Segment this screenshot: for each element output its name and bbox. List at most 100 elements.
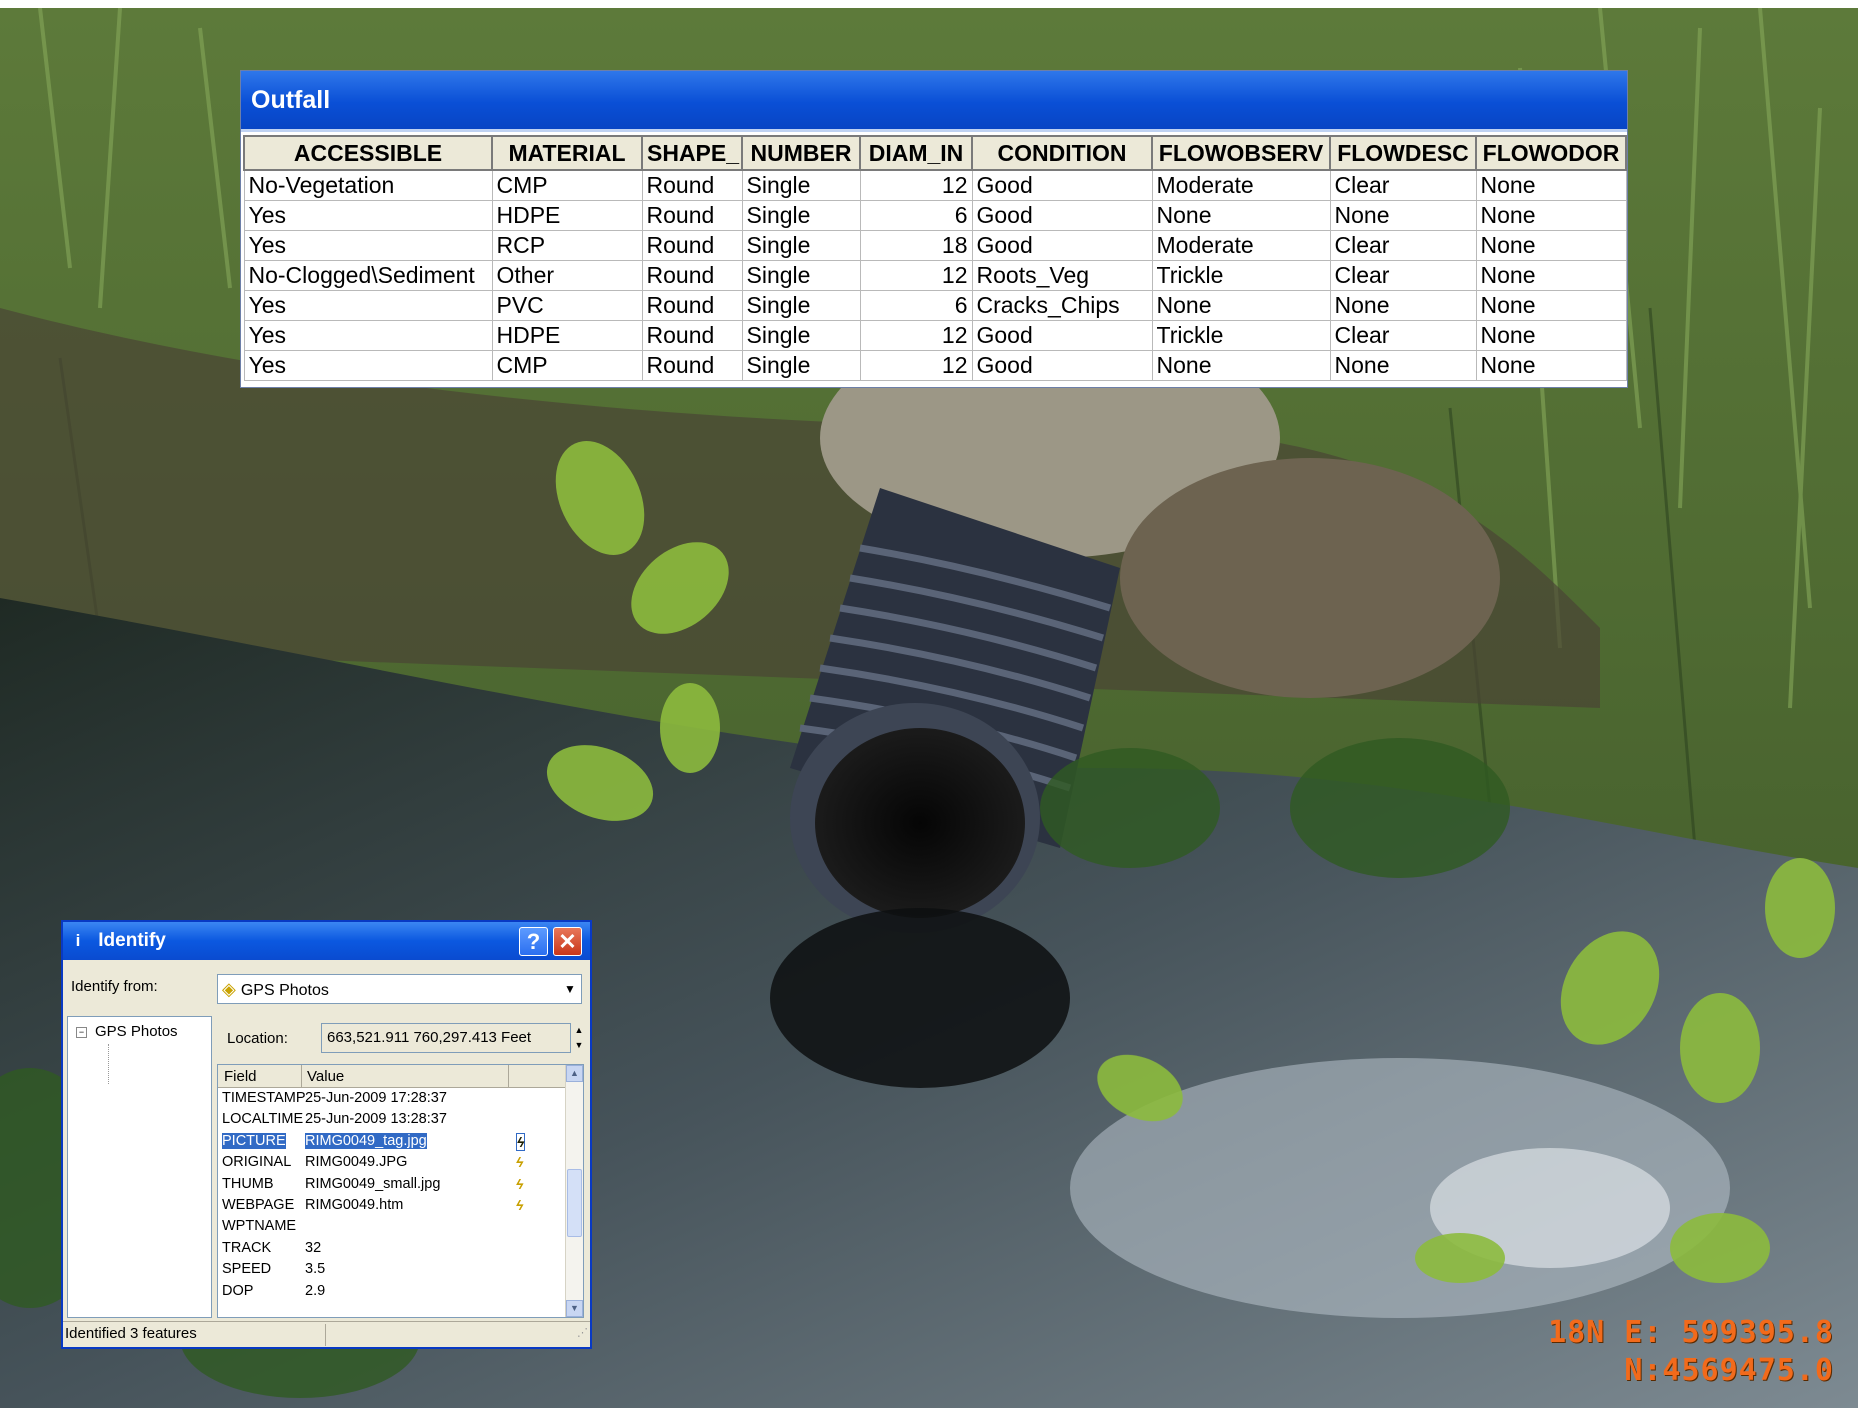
- lightning-hyperlink-icon[interactable]: ϟ: [516, 1154, 523, 1170]
- column-header-material[interactable]: MATERIAL: [491, 135, 643, 171]
- grid-field-name: SPEED: [222, 1261, 272, 1278]
- table-cell: None: [1151, 350, 1331, 381]
- table-cell: CMP: [491, 350, 643, 381]
- table-row[interactable]: Yes PVC Round Single 6 Cracks_Chips None None No…: [243, 290, 1627, 321]
- lightning-hyperlink-icon[interactable]: ϟ: [516, 1197, 523, 1213]
- grid-field-value: 3.5: [305, 1261, 326, 1278]
- identify-titlebar[interactable]: i Identify ? ✕: [63, 922, 590, 960]
- grid-row[interactable]: LOCALTIME 25-Jun-2009 13:28:37: [218, 1109, 583, 1130]
- grid-row[interactable]: SPEED 3.5: [218, 1259, 583, 1280]
- table-row[interactable]: No-Clogged\Sediment Other Round Single 12 Roo…: [243, 260, 1627, 291]
- collapse-icon[interactable]: −: [76, 1027, 87, 1038]
- table-cell: Single: [741, 260, 861, 291]
- table-cell: None: [1475, 200, 1627, 231]
- table-cell: Good: [971, 169, 1153, 201]
- table-cell: None: [1475, 350, 1627, 381]
- scroll-down-icon[interactable]: ▼: [566, 1300, 583, 1317]
- status-divider: [325, 1324, 326, 1346]
- scroll-thumb[interactable]: [567, 1169, 582, 1237]
- column-header-condition[interactable]: CONDITION: [971, 135, 1153, 171]
- table-cell: Single: [741, 350, 861, 381]
- column-header-number[interactable]: NUMBER: [741, 135, 861, 171]
- table-cell: Round: [641, 200, 743, 231]
- table-cell: None: [1475, 230, 1627, 261]
- diamond-layer-icon: ◈: [222, 979, 236, 999]
- column-header-flowdesc[interactable]: FLOWDESC: [1329, 135, 1477, 171]
- grid-field-value: RIMG0049.JPG: [305, 1154, 408, 1171]
- table-cell: Single: [741, 169, 861, 201]
- table-row[interactable]: Yes HDPE Round Single 12 Good Trickle Clear None: [243, 320, 1627, 351]
- location-label: Location:: [227, 1030, 288, 1047]
- table-cell: Round: [641, 260, 743, 291]
- grid-row[interactable]: TIMESTAMP 25-Jun-2009 17:28:37: [218, 1088, 583, 1109]
- column-header-diamin[interactable]: DIAM_IN: [859, 135, 973, 171]
- column-header-flowobserv[interactable]: FLOWOBSERV: [1151, 135, 1331, 171]
- outfall-title[interactable]: Outfall: [241, 71, 1627, 132]
- grid-row[interactable]: THUMB RIMG0049_small.jpg ϟ: [218, 1174, 583, 1195]
- table-cell: None: [1329, 290, 1477, 321]
- tree-node-gps-photos[interactable]: − GPS Photos: [76, 1023, 178, 1040]
- table-row[interactable]: Yes RCP Round Single 18 Good Moderate Clear None: [243, 230, 1627, 261]
- table-cell: Single: [741, 230, 861, 261]
- grid-field-name: ORIGINAL: [222, 1154, 292, 1171]
- table-cell: CMP: [491, 169, 643, 201]
- identify-title: Identify: [98, 930, 166, 951]
- table-cell: None: [1475, 169, 1627, 201]
- scroll-up-icon[interactable]: ▲: [566, 1065, 583, 1082]
- table-cell: 12: [859, 260, 973, 291]
- grid-header-value[interactable]: Value: [307, 1068, 344, 1085]
- identify-from-dropdown[interactable]: ◈ GPS Photos ▼: [217, 974, 582, 1004]
- lightning-hyperlink-icon[interactable]: ϟ: [516, 1132, 526, 1151]
- tree-connector: [108, 1044, 110, 1084]
- status-bar: Identified 3 features ⋰: [63, 1321, 590, 1347]
- grid-row[interactable]: PICTURE RIMG0049_tag.jpg ϟ: [218, 1131, 583, 1152]
- grid-field-name: THUMB: [222, 1175, 274, 1192]
- results-tree[interactable]: − GPS Photos: [67, 1016, 212, 1318]
- column-header-shape[interactable]: SHAPE_: [641, 135, 743, 171]
- table-cell: Clear: [1329, 260, 1477, 291]
- column-header-accessible[interactable]: ACCESSIBLE: [243, 135, 493, 171]
- table-cell: 18: [859, 230, 973, 261]
- close-button[interactable]: ✕: [553, 927, 582, 956]
- table-cell: None: [1329, 350, 1477, 381]
- column-divider[interactable]: [301, 1065, 302, 1087]
- column-divider[interactable]: [508, 1065, 509, 1087]
- grid-row[interactable]: TRACK 32: [218, 1238, 583, 1259]
- attribute-grid: Field Value TIMESTAMP 25-Jun-2009 17:28:3…: [217, 1064, 584, 1318]
- table-cell: Good: [971, 320, 1153, 351]
- grid-field-value: 25-Jun-2009 17:28:37: [305, 1090, 447, 1106]
- table-cell: No-Clogged\Sediment: [243, 260, 493, 291]
- help-button[interactable]: ?: [519, 927, 548, 956]
- lightning-hyperlink-icon[interactable]: ϟ: [516, 1176, 523, 1192]
- location-scroll-arrows[interactable]: ▲ ▼: [573, 1023, 585, 1053]
- grid-row[interactable]: ORIGINAL RIMG0049.JPG ϟ: [218, 1152, 583, 1173]
- table-cell: Clear: [1329, 320, 1477, 351]
- table-cell: 12: [859, 169, 973, 201]
- resize-grip-icon[interactable]: ⋰: [577, 1321, 588, 1345]
- column-header-flowodor[interactable]: FLOWODOR: [1475, 135, 1627, 171]
- table-cell: Other: [491, 260, 643, 291]
- grid-scrollbar[interactable]: ▲ ▼: [565, 1065, 583, 1317]
- table-cell: No-Vegetation: [243, 169, 493, 201]
- grid-header-field[interactable]: Field: [224, 1068, 257, 1085]
- table-cell: Round: [641, 320, 743, 351]
- grid-row[interactable]: WPTNAME: [218, 1216, 583, 1237]
- grid-row[interactable]: DOP 2.9: [218, 1281, 583, 1302]
- grid-row[interactable]: WEBPAGE RIMG0049.htm ϟ: [218, 1195, 583, 1216]
- grid-field-name: PICTURE: [222, 1132, 286, 1149]
- location-field: 663,521.911 760,297.413 Feet: [321, 1023, 571, 1053]
- table-cell: PVC: [491, 290, 643, 321]
- table-cell: Yes: [243, 320, 493, 351]
- grid-rows: TIMESTAMP 25-Jun-2009 17:28:37 LOCALTIME 25…: [218, 1088, 583, 1302]
- table-row[interactable]: Yes HDPE Round Single 6 Good None None None: [243, 200, 1627, 231]
- table-row[interactable]: Yes CMP Round Single 12 Good None None None: [243, 350, 1627, 381]
- table-cell: Roots_Veg: [971, 260, 1153, 291]
- table-cell: Trickle: [1151, 320, 1331, 351]
- status-text: Identified 3 features: [65, 1325, 197, 1342]
- grid-field-value: 2.9: [305, 1282, 326, 1299]
- table-row[interactable]: No-Vegetation CMP Round Single 12 Good Moderat…: [243, 169, 1627, 201]
- chevron-down-icon[interactable]: ▼: [559, 975, 581, 1003]
- stamp-line-northing: N:4569475.0: [1624, 1353, 1834, 1388]
- identify-from-value: GPS Photos: [240, 982, 329, 999]
- grid-field-value: RIMG0049_tag.jpg: [305, 1132, 427, 1149]
